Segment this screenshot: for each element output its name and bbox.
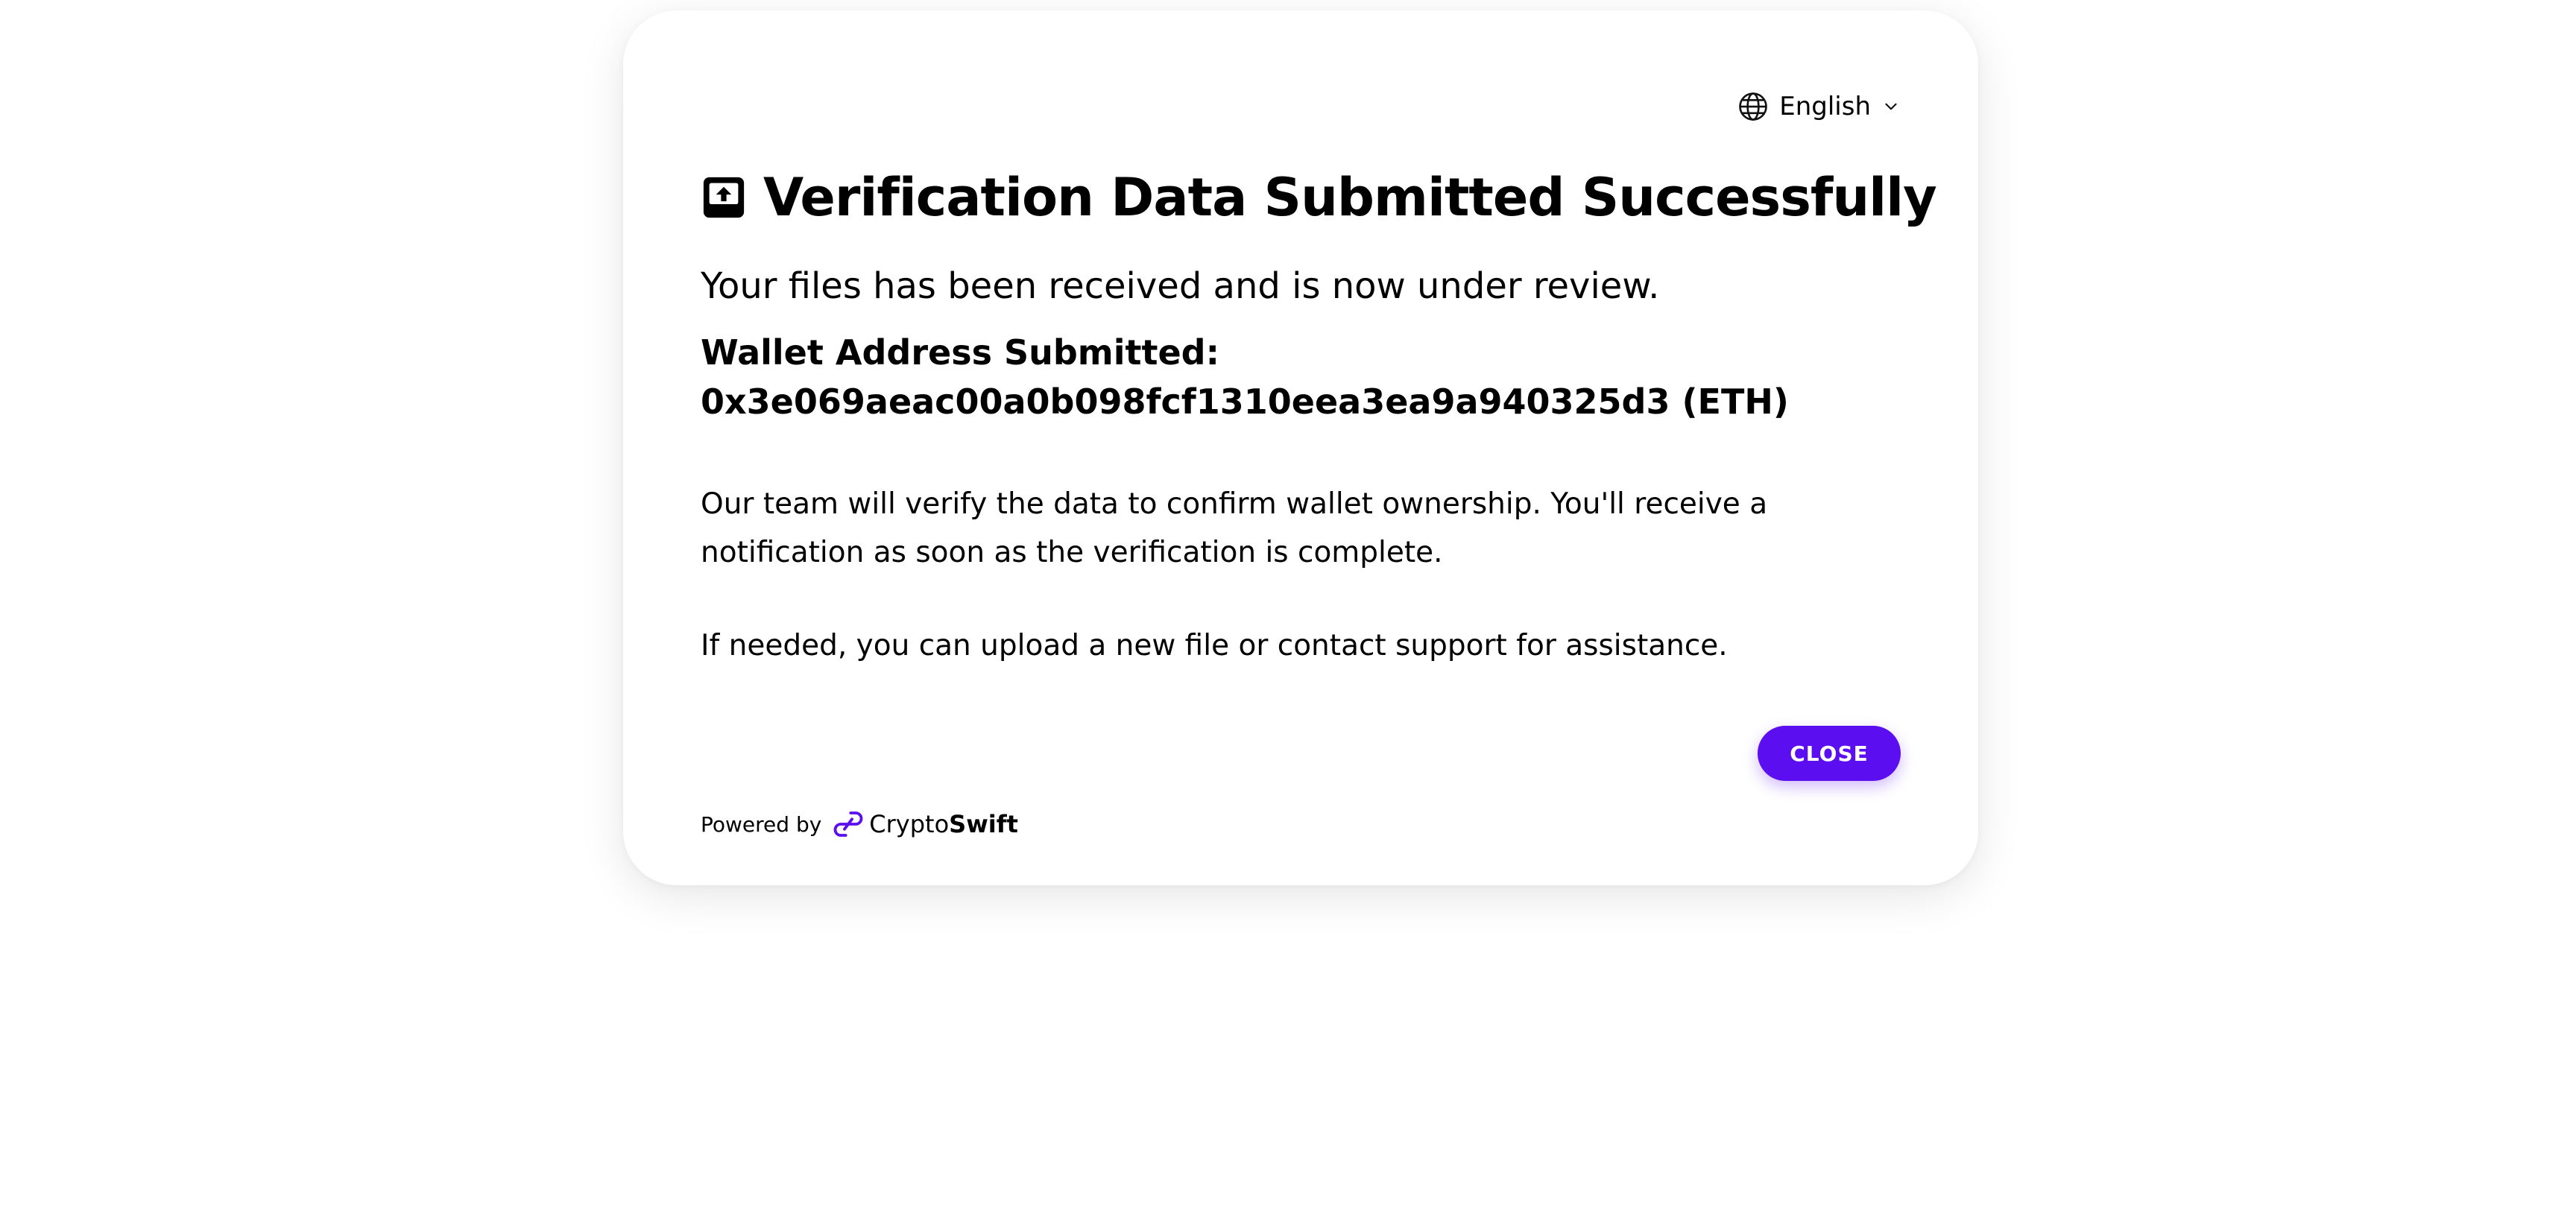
support-paragraph: If needed, you can upload a new file or … — [701, 629, 1728, 662]
wallet-address: 0x3e069aeac00a0b098fcf1310eea3ea9a940325… — [701, 382, 1789, 422]
language-selector[interactable]: English — [1737, 91, 1901, 122]
page: English Verification Data Submitted Succ… — [0, 0, 2576, 1231]
powered-by: Powered by Crypto Swift — [701, 809, 1018, 839]
brand-prefix: Crypto — [869, 810, 950, 838]
verification-paragraph: Our team will verify the data to confirm… — [701, 487, 1768, 569]
globe-icon — [1737, 91, 1769, 122]
verification-dialog: English Verification Data Submitted Succ… — [623, 10, 1978, 885]
wallet-label: Wallet Address Submitted: — [701, 332, 1219, 373]
brand-link[interactable]: Crypto Swift — [833, 809, 1018, 839]
chevron-down-icon — [1881, 97, 1901, 116]
cryptoswift-logo-icon — [833, 809, 863, 839]
wallet-block: Wallet Address Submitted: 0x3e069aeac00a… — [701, 328, 1789, 426]
upload-box-icon — [701, 174, 747, 221]
brand-suffix: Swift — [949, 810, 1018, 838]
title-row: Verification Data Submitted Successfully — [701, 167, 1937, 228]
intro-text: Your files has been received and is now … — [701, 265, 1660, 307]
powered-by-label: Powered by — [701, 811, 822, 837]
language-label: English — [1779, 92, 1871, 121]
dialog-title: Verification Data Submitted Successfully — [763, 167, 1937, 228]
close-button[interactable]: CLOSE — [1758, 726, 1901, 781]
